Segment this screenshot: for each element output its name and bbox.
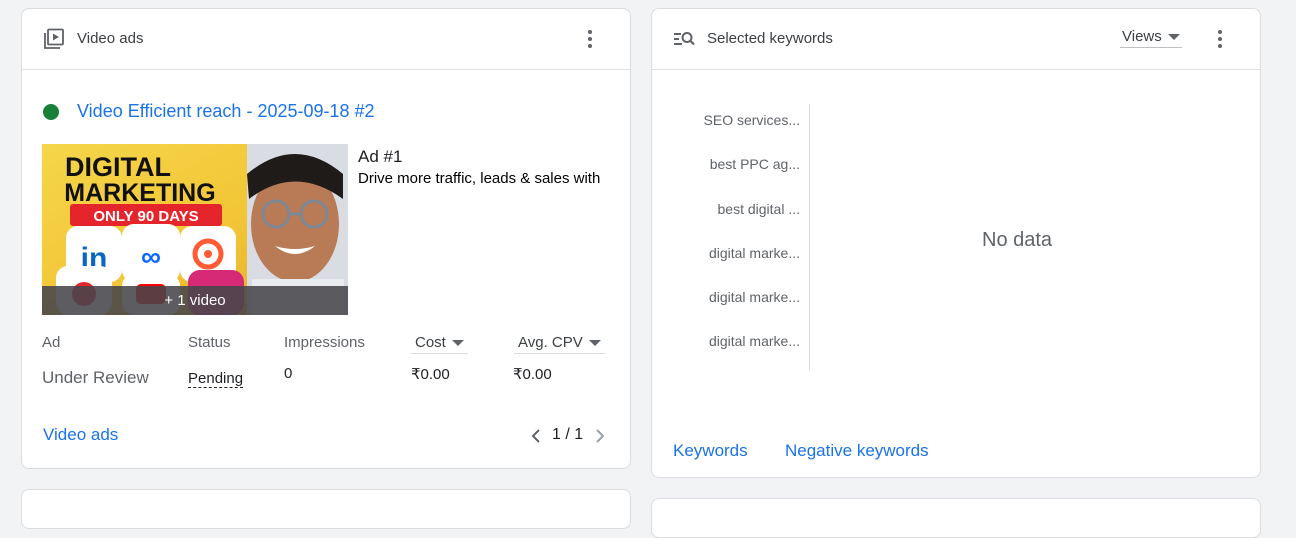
card-title: Video ads xyxy=(77,30,144,47)
col-header-ad: Ad xyxy=(42,334,61,351)
col-header-impressions: Impressions xyxy=(284,334,365,351)
keyword-label: SEO services... xyxy=(703,112,800,128)
video-ads-card: Video ads Video Efficient reach - 2025-0… xyxy=(21,8,631,469)
negative-keywords-link[interactable]: Negative keywords xyxy=(785,441,929,461)
sort-cost-dropdown[interactable]: Cost xyxy=(411,334,468,354)
thumbnail-banner: ONLY 90 DAYS xyxy=(93,208,198,225)
keywords-link[interactable]: Keywords xyxy=(673,441,748,461)
cell-avg-cpv: ₹0.00 xyxy=(513,366,552,383)
cell-ad: Under Review xyxy=(42,368,149,387)
keyword-label: digital marke... xyxy=(708,245,800,261)
metric-select-value: Views xyxy=(1122,28,1162,45)
campaign-name-link[interactable]: Video Efficient reach - 2025-09-18 #2 xyxy=(77,101,375,122)
dropdown-arrow-icon xyxy=(451,340,464,347)
more-options-icon[interactable] xyxy=(578,27,602,51)
col-header-status: Status xyxy=(188,334,231,351)
keyword-search-icon xyxy=(674,32,695,46)
ad-description: Drive more traffic, leads & sales with xyxy=(358,170,601,187)
card-title: Selected keywords xyxy=(707,30,833,47)
col-header-avg-cpv: Avg. CPV xyxy=(518,334,583,351)
cell-status[interactable]: Pending xyxy=(188,370,244,388)
metric-select-dropdown[interactable]: Views xyxy=(1120,28,1182,48)
next-card-left xyxy=(21,489,631,529)
keyword-label: best digital ... xyxy=(717,201,801,217)
more-options-icon[interactable] xyxy=(1208,27,1232,51)
keyword-label: digital marke... xyxy=(708,289,800,305)
pagination-text: 1 / 1 xyxy=(552,426,584,443)
selected-keywords-card: Selected keywords Views SEO services... … xyxy=(651,8,1261,478)
chevron-right-icon[interactable] xyxy=(593,428,607,444)
thumbnail-line1: DIGITAL xyxy=(65,152,171,182)
keywords-card-header: Selected keywords Views xyxy=(652,9,1260,70)
chart-axis-line xyxy=(809,104,810,370)
next-card-right xyxy=(651,498,1261,538)
no-data-message: No data xyxy=(982,229,1053,251)
video-ads-card-header: Video ads xyxy=(22,9,630,70)
keyword-label: best PPC ag... xyxy=(709,156,800,172)
status-dot xyxy=(43,104,59,120)
dropdown-arrow-icon xyxy=(588,340,601,347)
chevron-left-icon[interactable] xyxy=(529,428,543,444)
more-videos-overlay: + 1 video xyxy=(42,286,348,315)
keyword-label: digital marke... xyxy=(708,333,800,349)
svg-text:∞: ∞ xyxy=(141,241,161,272)
cell-impressions: 0 xyxy=(284,365,293,382)
dropdown-arrow-icon xyxy=(1167,34,1180,41)
video-thumbnail[interactable]: DIGITAL MARKETING ONLY 90 DAYS in ∞ + 1 … xyxy=(42,144,348,315)
col-header-cost: Cost xyxy=(415,334,446,351)
video-library-icon xyxy=(44,28,64,49)
ad-number: Ad #1 xyxy=(358,147,403,166)
thumbnail-line2: MARKETING xyxy=(64,179,215,207)
sort-avg-cpv-dropdown[interactable]: Avg. CPV xyxy=(514,334,605,354)
cell-cost: ₹0.00 xyxy=(411,366,450,383)
video-ads-link[interactable]: Video ads xyxy=(43,425,118,445)
